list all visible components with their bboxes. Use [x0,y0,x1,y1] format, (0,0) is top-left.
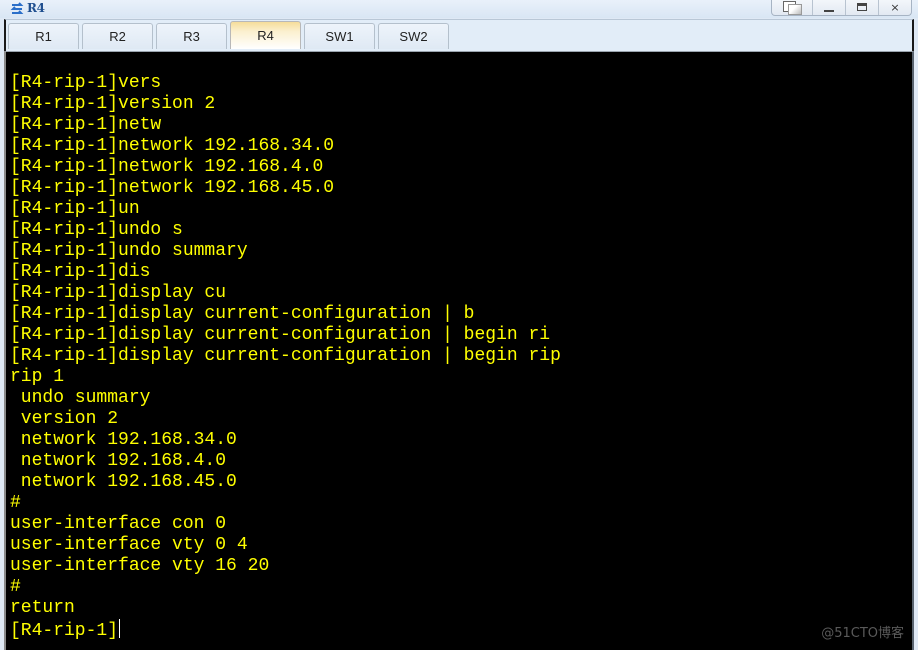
close-button[interactable]: × [878,0,911,15]
minimize-icon [824,9,834,12]
network-device-icon [10,2,24,14]
terminal-line: [R4-rip-1]dis [10,262,151,282]
minimize-button[interactable] [812,0,845,15]
terminal-line: [R4-rip-1]display current-configuration … [10,304,475,324]
terminal-line: [R4-rip-1]netw [10,115,162,135]
window-controls: × [771,0,912,16]
tab-r4[interactable]: R4 [230,21,301,49]
terminal-line: [R4-rip-1]undo summary [10,241,248,261]
tab-r2[interactable]: R2 [82,23,153,49]
title-bar[interactable]: R4 × [0,0,918,18]
terminal-line: return [10,598,75,618]
terminal-prompt-line[interactable]: [R4-rip-1] [10,619,561,641]
text-cursor [119,619,121,638]
watermark: @51CTO博客 [821,626,904,641]
tabs: R1 R2 R3 R4 SW1 SW2 [8,21,452,49]
terminal-line: [R4-rip-1]network 192.168.34.0 [10,136,335,156]
terminal-line: network 192.168.4.0 [10,451,227,471]
terminal-line: network 192.168.45.0 [10,472,237,492]
terminal-line: [R4-rip-1]network 192.168.4.0 [10,157,324,177]
terminal-prompt: [R4-rip-1] [10,621,119,641]
tab-r3[interactable]: R3 [156,23,227,49]
restore-icon [783,1,802,15]
terminal-line: user-interface vty 16 20 [10,556,270,576]
terminal-line: version 2 [10,409,119,429]
terminal-line: # [10,493,21,513]
terminal-line: # [10,577,21,597]
terminal-window: R4 × R1 R2 R3 R4 SW1 SW2 [R4-rip-1]vers … [0,0,918,650]
terminal-line: user-interface con 0 [10,514,227,534]
terminal-line: [R4-rip-1]display cu [10,283,227,303]
close-icon: × [890,0,900,14]
maximize-icon [857,3,867,11]
terminal-line: [R4-rip-1]network 192.168.45.0 [10,178,335,198]
device-tab-bar: R1 R2 R3 R4 SW1 SW2 [4,19,914,51]
terminal-output: [R4-rip-1]vers [R4-rip-1]version 2 [R4-rip… [10,73,561,641]
terminal-line: [R4-rip-1]un [10,199,140,219]
terminal-line: [R4-rip-1]vers [10,73,162,93]
maximize-button[interactable] [845,0,878,15]
tab-sw2[interactable]: SW2 [378,23,449,49]
terminal-line: rip 1 [10,367,65,387]
restore-button[interactable] [772,0,812,15]
terminal-line: undo summary [10,388,151,408]
terminal-line: user-interface vty 0 4 [10,535,248,555]
terminal-line: [R4-rip-1]version 2 [10,94,216,114]
window-title: R4 [27,1,45,15]
tab-r1[interactable]: R1 [8,23,79,49]
tab-sw1[interactable]: SW1 [304,23,375,49]
terminal-console[interactable]: [R4-rip-1]vers [R4-rip-1]version 2 [R4-rip… [4,51,914,650]
terminal-line: [R4-rip-1]display current-configuration … [10,346,561,366]
terminal-line: [R4-rip-1]display current-configuration … [10,325,551,345]
terminal-line: [R4-rip-1]undo s [10,220,183,240]
terminal-line: network 192.168.34.0 [10,430,237,450]
